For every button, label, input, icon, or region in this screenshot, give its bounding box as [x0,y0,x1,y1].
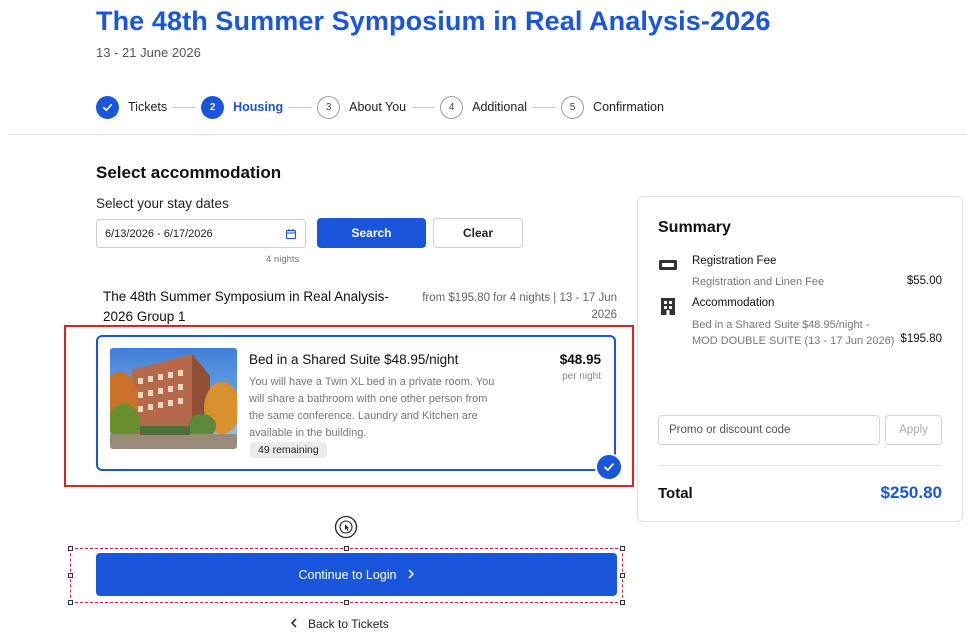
event-dates: 13 - 21 June 2026 [96,45,201,60]
step-tickets[interactable]: Tickets [96,95,168,119]
chevron-right-icon [407,568,415,582]
step-about-you[interactable]: 3 About You [317,95,407,119]
step-label: About You [349,100,407,114]
total-amount: $250.80 [880,483,942,502]
step-number: 2 [201,95,225,119]
stay-dates-value: 6/13/2026 - 6/17/2026 [105,227,213,240]
room-photo [110,348,237,449]
step-label: Additional [472,100,528,114]
nights-count: 4 nights [266,254,300,265]
resize-handle [68,546,73,551]
registration-fee-amount: $55.00 [906,275,942,287]
header-divider [8,134,967,135]
room-description: You will have a Twin XL bed in a private… [249,376,495,439]
step-connector [412,106,435,108]
resize-handle [344,600,349,605]
checkout-stepper: Tickets 2 Housing 3 About You 4 Addition… [96,95,664,119]
clear-button[interactable]: Clear [433,218,523,248]
total-label: Total [658,485,693,502]
accommodation-amount: $195.80 [900,333,942,345]
building-icon [658,296,678,315]
room-price: $48.95 [559,352,601,367]
section-title: Select accommodation [96,163,282,182]
promo-code-input[interactable]: Promo or discount code [658,415,880,445]
step-additional[interactable]: 4 Additional [440,95,528,119]
remaining-badge: 49 remaining [250,442,327,458]
accommodation-title: Accommodation [692,297,775,309]
room-option-card[interactable]: Bed in a Shared Suite $48.95/night You w… [96,335,623,481]
resize-handle [620,573,625,578]
step-number: 3 [317,95,341,119]
selected-check-icon [595,453,623,481]
step-label: Confirmation [593,100,664,114]
accommodation-detail: Bed in a Shared Suite $48.95/night - MOD… [692,319,895,347]
apply-promo-button[interactable]: Apply [885,415,942,445]
continue-label: Continue to Login [298,567,397,582]
search-button[interactable]: Search [317,218,426,248]
summary-title: Summary [658,219,731,236]
chevron-left-icon [290,617,298,631]
registration-fee-detail: Registration and Linen Fee [692,276,825,288]
step-housing[interactable]: 2 Housing [201,95,284,119]
ticket-icon [658,257,678,275]
cursor-target-icon [334,515,358,539]
summary-divider [658,465,942,466]
room-price-unit: per night [562,371,601,382]
back-to-tickets-link[interactable]: Back to Tickets [290,617,389,631]
registration-fee-title: Registration Fee [692,255,777,267]
check-icon [96,95,119,119]
step-connector [173,106,196,108]
back-label: Back to Tickets [308,617,389,631]
order-summary-panel: Summary Registration Fee Registration an… [637,196,963,522]
resize-handle [620,546,625,551]
resize-handle [68,573,73,578]
step-label: Housing [233,100,284,114]
stay-dates-input[interactable]: 6/13/2026 - 6/17/2026 [96,219,306,248]
step-connector [289,106,312,108]
step-confirmation[interactable]: 5 Confirmation [561,95,664,119]
page-title: The 48th Summer Symposium in Real Analys… [96,6,771,36]
step-number: 4 [440,95,464,119]
continue-to-login-button[interactable]: Continue to Login [96,553,617,596]
calendar-icon[interactable] [285,228,297,240]
group-price-info: from $195.80 for 4 nights | 13 - 17 Jun … [422,292,617,321]
resize-handle [620,600,625,605]
stay-dates-label: Select your stay dates [96,196,229,211]
step-connector [533,106,556,108]
resize-handle [68,600,73,605]
step-label: Tickets [128,100,168,114]
step-number: 5 [561,95,585,119]
resize-handle [344,546,349,551]
room-name: Bed in a Shared Suite $48.95/night [249,352,459,367]
group-title: The 48th Summer Symposium in Real Analys… [103,289,389,324]
